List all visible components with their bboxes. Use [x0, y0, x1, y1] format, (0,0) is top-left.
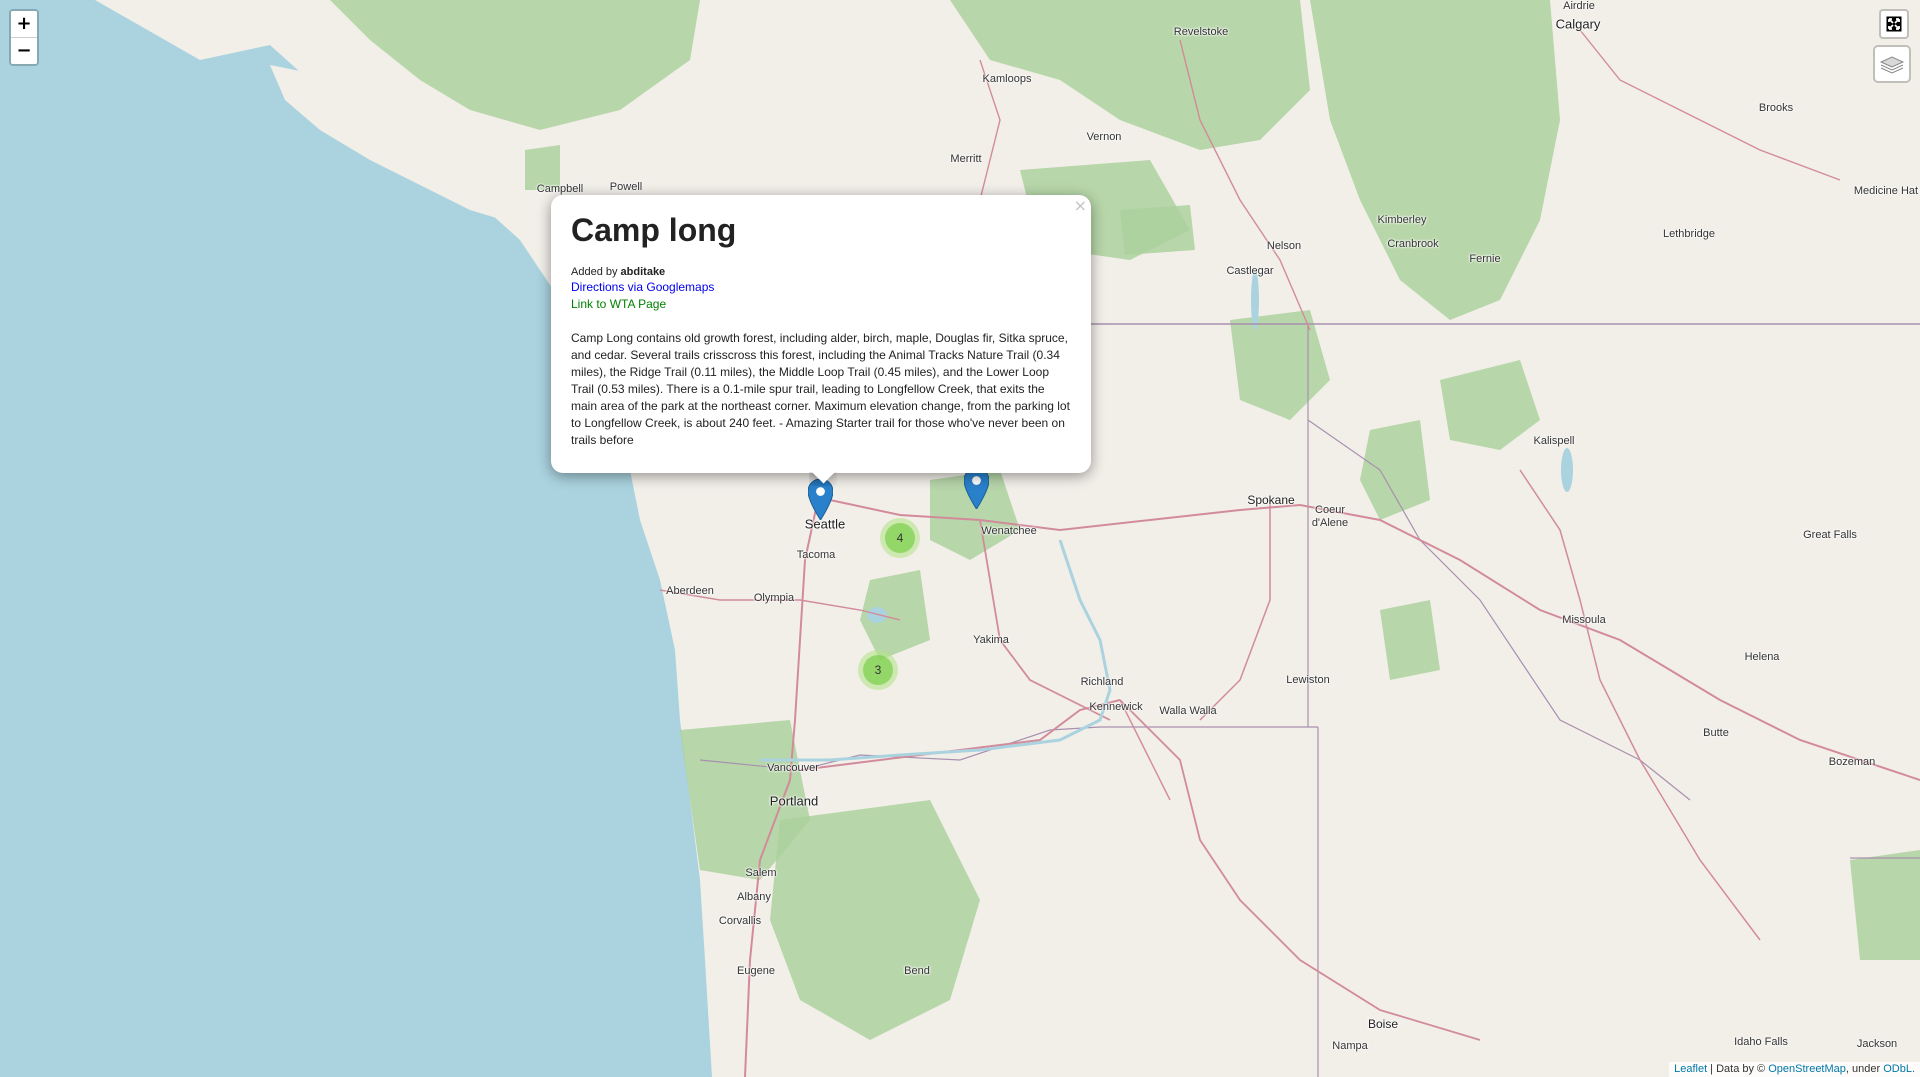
added-by-user: abditake: [620, 266, 666, 278]
added-by-line: Added by abditake: [571, 265, 1071, 279]
basemap: [0, 0, 1920, 1077]
marker-cluster[interactable]: 3: [858, 650, 898, 690]
attribution-data-by: | Data by ©: [1707, 1063, 1769, 1075]
fullscreen-icon: [1886, 16, 1902, 32]
map-marker-wenatchee-trail[interactable]: [964, 468, 989, 509]
popup-close-button[interactable]: ×: [1074, 197, 1087, 215]
layers-control-button[interactable]: [1873, 45, 1911, 83]
map-pin-icon: [964, 468, 989, 509]
wta-page-link[interactable]: Link to WTA Page: [571, 296, 1071, 313]
attribution-under: , under: [1845, 1063, 1884, 1075]
cluster-count: 3: [863, 655, 893, 685]
popup-tip: [809, 472, 837, 486]
popup-title: Camp long: [571, 212, 737, 248]
zoom-out-button[interactable]: −: [11, 38, 37, 64]
trail-popup: × Camp long Added by abditake Directions…: [551, 195, 1091, 473]
layers-icon: [1879, 56, 1905, 74]
leaflet-link[interactable]: Leaflet: [1674, 1063, 1707, 1075]
map-canvas[interactable]: Airdrie Calgary Revelstoke Kamloops Vern…: [0, 0, 1920, 1077]
fullscreen-button[interactable]: [1879, 9, 1909, 39]
added-by-prefix: Added by: [571, 266, 618, 278]
directions-link[interactable]: Directions via Googlemaps: [571, 279, 1071, 296]
map-attribution: Leaflet | Data by © OpenStreetMap, under…: [1669, 1062, 1920, 1077]
popup-content: Camp long Added by abditake Directions v…: [571, 211, 1071, 449]
odbl-link[interactable]: ODbL.: [1883, 1063, 1915, 1075]
zoom-in-button[interactable]: +: [11, 11, 37, 38]
marker-cluster[interactable]: 4: [880, 518, 920, 558]
zoom-control: + −: [9, 9, 39, 66]
openstreetmap-link[interactable]: OpenStreetMap: [1768, 1063, 1846, 1075]
cluster-count: 4: [885, 523, 915, 553]
trail-description: Camp Long contains old growth forest, in…: [571, 331, 1070, 447]
